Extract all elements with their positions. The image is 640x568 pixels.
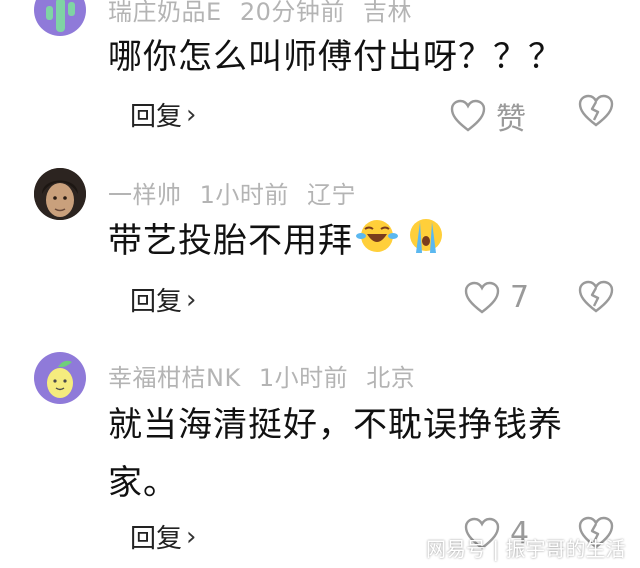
commenter-name[interactable]: 瑞庄奶品E (108, 0, 222, 26)
like-button[interactable]: 7 (464, 280, 529, 315)
comment-location: 吉林 (363, 0, 412, 26)
chevron-right-icon: › (186, 99, 197, 130)
comment-text-line: 家。 (108, 463, 178, 503)
dislike-button[interactable] (578, 280, 614, 318)
commenter-name[interactable]: 幸福柑桔NK (108, 364, 241, 392)
like-label: 赞 (496, 102, 526, 137)
comment-time: 1小时前 (199, 181, 289, 209)
dislike-button[interactable] (578, 94, 614, 132)
comment-text-line: 就当海清挺好，不耽误挣钱养 (108, 405, 563, 445)
like-button[interactable]: 赞 (450, 94, 526, 138)
reply-button[interactable]: 回复 › (130, 96, 196, 133)
chevron-right-icon: › (186, 521, 197, 552)
heart-icon (464, 281, 500, 314)
comment-text: 哪你怎么叫师傅付出呀？？？ (108, 37, 563, 77)
reply-button[interactable]: 回复 › (130, 281, 196, 318)
comment-text-body: 带艺投胎不用拜 (108, 221, 353, 261)
avatar[interactable] (34, 0, 86, 36)
comment-location: 辽宁 (307, 181, 357, 209)
comment-meta: 幸福柑桔NK 1小时前 北京 (108, 358, 425, 393)
avatar[interactable] (34, 168, 86, 220)
comment-meta: 瑞庄奶品E 20分钟前 吉林 (108, 0, 422, 27)
commenter-name[interactable]: 一样帅 (108, 181, 182, 209)
broken-heart-icon (578, 94, 614, 127)
comment-text: 就当海清挺好，不耽误挣钱养 家。 (108, 396, 618, 512)
reply-label: 回复 (130, 102, 183, 132)
comment-location: 北京 (366, 364, 416, 392)
cactus-avatar-icon (46, 0, 75, 32)
comment-time: 1小时前 (258, 364, 349, 392)
avatar[interactable] (34, 352, 86, 404)
man-portrait-avatar (34, 168, 86, 220)
broken-heart-icon (578, 280, 614, 313)
reply-button[interactable]: 回复 › (130, 518, 196, 555)
crying-emoji (403, 213, 449, 273)
lemon-avatar-icon (47, 360, 73, 398)
comment-meta: 一样帅 1小时前 辽宁 (108, 175, 366, 210)
reply-label: 回复 (130, 524, 183, 554)
reply-label: 回复 (130, 287, 183, 317)
comment-time: 20分钟前 (239, 0, 345, 26)
laughing-crying-emoji (355, 214, 401, 272)
watermark: 网易号 | 振宇哥的生活 (426, 537, 626, 561)
comment-text: 带艺投胎不用拜 (108, 212, 618, 273)
chevron-right-icon: › (186, 284, 197, 315)
heart-icon (450, 99, 486, 132)
like-count: 7 (510, 280, 530, 315)
